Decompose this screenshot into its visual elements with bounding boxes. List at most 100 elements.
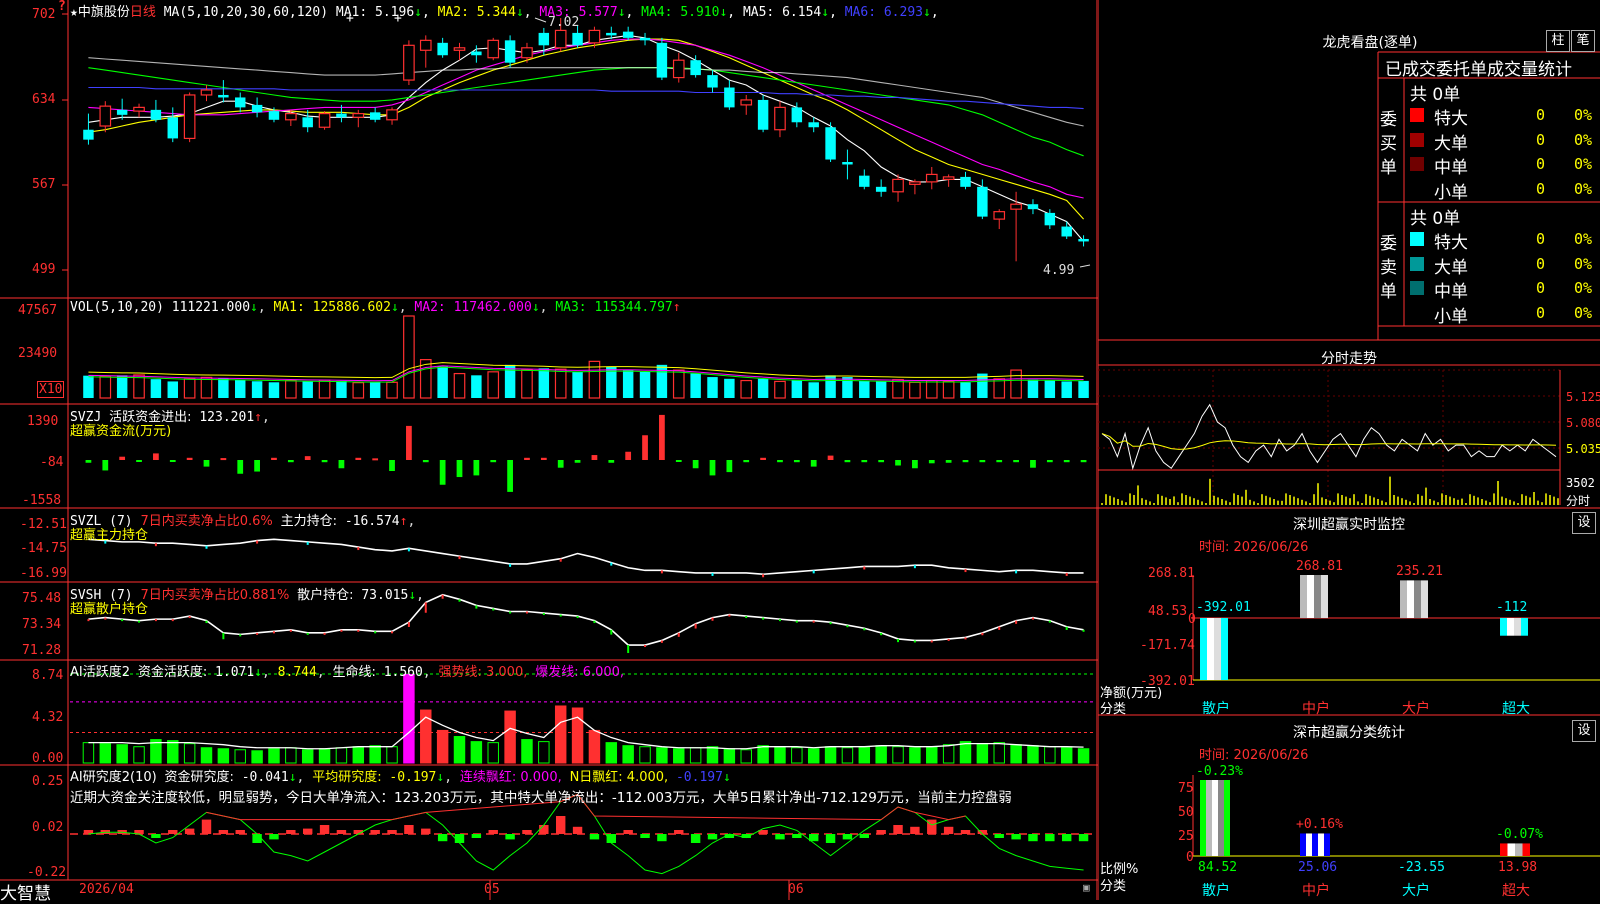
flow-bar [136, 460, 142, 462]
pen-mode-button[interactable]: 笔 [1571, 30, 1595, 52]
axis-date-start: 2026/04 [79, 882, 134, 897]
flow-bar [473, 460, 480, 476]
dt-row-name: 特大 [1434, 233, 1468, 253]
candle-body [150, 109, 162, 120]
ma-legend-arrow: ↓ [515, 5, 524, 20]
volume-bar [808, 382, 819, 398]
candle-body [369, 112, 381, 120]
active-bar [639, 746, 651, 764]
active-bar [689, 747, 702, 764]
szc-bar-value-label: 84.52 [1198, 860, 1238, 875]
candle-body [453, 47, 466, 51]
active-bar [318, 748, 331, 764]
flow-bar [524, 457, 530, 460]
active-bar [824, 746, 837, 764]
intraday-tick-2: 5.080 [1566, 416, 1600, 430]
research-bar [370, 830, 380, 834]
main-chart-area[interactable]: + + ★中旗股份日线 MA(5,10,20,30,60,120) MA1: 5.… [0, 0, 1098, 904]
research-bar [572, 826, 583, 834]
svzj-subtitle: 超赢资金流(万元) [70, 424, 172, 439]
sz-category-label: 散户 [1202, 701, 1230, 717]
intraday-title: 分时走势 [1321, 351, 1377, 367]
sz-monitor-settings-button[interactable]: 设 [1572, 512, 1596, 534]
ma-legend-item-1: MA1: 5.196↓, [335, 5, 430, 20]
volume-bar [740, 379, 753, 399]
flow-bar [102, 460, 109, 471]
flow-bar [540, 457, 547, 460]
flow-bar [574, 460, 581, 463]
sz-category-label: 中户 [1302, 701, 1330, 717]
dragon-tiger-header: 已成交委托单成交量统计 [1385, 60, 1572, 80]
volume-bar [369, 381, 381, 398]
ma-legend-item-2: MA2: 5.344↓, [429, 5, 532, 20]
szc-category-label: 散户 [1202, 883, 1230, 899]
flow-bar [793, 460, 800, 463]
active-bar [554, 705, 567, 764]
sz-bar-stripe [1207, 618, 1214, 680]
dt-row-3: 中单 0 0% [1404, 153, 1600, 178]
candle-body [336, 113, 347, 118]
szc-bar-change-label: -0.23% [1196, 764, 1243, 779]
dt-color-swatch [1410, 108, 1424, 122]
favorite-star-icon[interactable]: ★ [70, 5, 78, 20]
research-bar [471, 834, 482, 838]
volume-bar [639, 371, 651, 398]
flow-bar [1063, 460, 1070, 463]
bar-mode-button[interactable]: 柱 [1546, 30, 1570, 52]
active-bar [251, 750, 263, 764]
szc-bar-value-label: -23.55 [1398, 860, 1445, 875]
flow-bar [895, 460, 901, 466]
flow-bar [928, 460, 935, 464]
brand-logo: 大智慧 [0, 884, 51, 904]
kline-svg[interactable]: + + [0, 0, 1098, 900]
flow-bar [962, 460, 969, 463]
dt-color-swatch [1410, 256, 1424, 271]
dt-row-pct: 0% [1574, 254, 1593, 273]
szc-bar-stripe [1500, 843, 1508, 856]
research-bar [690, 834, 701, 843]
research-bar [623, 830, 633, 834]
lock-icon[interactable]: ▣ [1083, 881, 1090, 894]
flow-bar [557, 460, 564, 468]
volume-bar [892, 379, 904, 399]
ai-active-v1: 1.071 [215, 665, 255, 680]
period-label[interactable]: 日线 [130, 5, 156, 20]
szc-bar-stripe [1206, 780, 1212, 856]
volume-bar [403, 315, 415, 399]
candle-body [268, 111, 280, 120]
vol-unit-badge[interactable]: X10 [37, 381, 65, 398]
candle-body [588, 29, 601, 44]
candle-body [977, 186, 988, 217]
dt-color-swatch [1410, 232, 1424, 246]
research-bar [336, 830, 347, 834]
research-bar [404, 825, 414, 834]
volume-bar [572, 371, 583, 398]
dt-row-count: 0 [1536, 230, 1546, 248]
volume-bar [1027, 379, 1039, 398]
sz-class-settings-button[interactable]: 设 [1572, 720, 1596, 742]
ai-active-label1: 资金活跃度: [137, 665, 208, 680]
low-price-label: 4.99 [1043, 263, 1075, 278]
research-bar [235, 830, 245, 834]
candle-body [1027, 204, 1039, 210]
vol-ma1: 125886.602 [312, 300, 391, 315]
candle-body [386, 109, 398, 121]
svsh-subtitle: 超赢散户持仓 [70, 602, 149, 617]
volume-bar [774, 380, 786, 399]
ai-research-v5: -0.197 [675, 770, 723, 785]
ma-legend-item-5: MA5: 6.154↓, [735, 5, 837, 20]
active-bar [605, 742, 618, 764]
dt-row-name: 小单 [1434, 182, 1468, 203]
volume-bar [993, 378, 1006, 399]
axis-month-06: 06 [788, 882, 804, 897]
active-bar [622, 745, 634, 764]
dt-row-count: 0 [1536, 254, 1546, 273]
candle-body [352, 112, 365, 118]
ai-active-title: AI活跃度2 [70, 665, 130, 680]
intraday-tick-3: 5.035 [1566, 442, 1600, 456]
ytick-main-4: 499 [32, 262, 56, 277]
candle-body [606, 32, 617, 36]
research-bar [387, 830, 397, 834]
szc-bar-stripe [1306, 833, 1312, 856]
help-icon[interactable]: ? [58, 0, 66, 14]
